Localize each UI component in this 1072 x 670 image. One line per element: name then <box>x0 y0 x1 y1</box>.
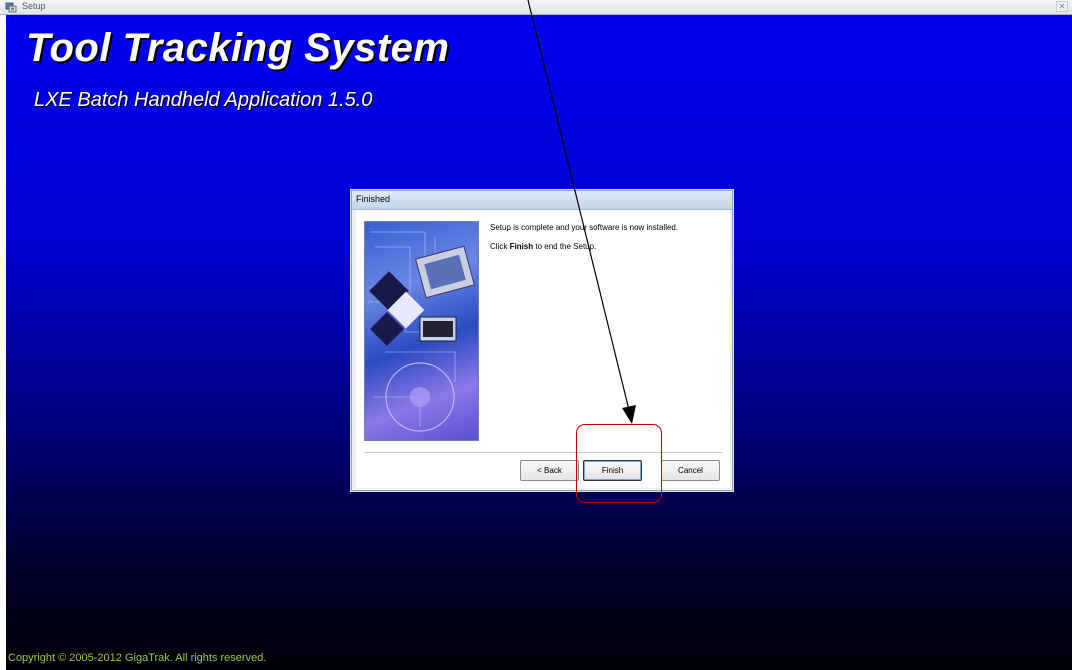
close-button[interactable]: ✕ <box>1056 1 1068 12</box>
copyright-text: Copyright © 2005-2012 GigaTrak. All righ… <box>8 652 267 664</box>
circuit-art-icon <box>368 231 475 432</box>
dialog-separator <box>364 452 722 454</box>
dialog-titlebar[interactable]: Finished <box>352 191 732 210</box>
finish-instruction-prefix: Click <box>490 242 510 251</box>
app-subheading: LXE Batch Handheld Application 1.5.0 <box>34 89 373 111</box>
cancel-button[interactable]: Cancel <box>661 460 720 481</box>
finish-instruction-suffix: to end the Setup. <box>533 242 597 251</box>
close-icon: ✕ <box>1058 2 1066 11</box>
setup-app-icon <box>5 2 17 13</box>
window-titlebar[interactable]: Setup ✕ <box>0 0 1072 15</box>
finish-highlight-box <box>576 424 662 503</box>
setup-banner-image <box>364 221 479 441</box>
window-title: Setup <box>22 1 46 11</box>
setup-window: Setup ✕ Tool Tracking System LXE Batch H… <box>0 0 1072 670</box>
completion-message: Setup is complete and your software is n… <box>490 223 679 232</box>
back-button[interactable]: < Back <box>520 460 579 481</box>
dialog-body: Setup is complete and your software is n… <box>356 210 730 488</box>
finished-dialog: Finished Setup is complete and your soft… <box>351 190 733 491</box>
app-heading: Tool Tracking System <box>26 26 450 70</box>
finish-instruction: Click Finish to end the Setup. <box>490 242 596 251</box>
finish-instruction-emphasis: Finish <box>509 242 534 251</box>
dialog-title: Finished <box>356 194 391 204</box>
